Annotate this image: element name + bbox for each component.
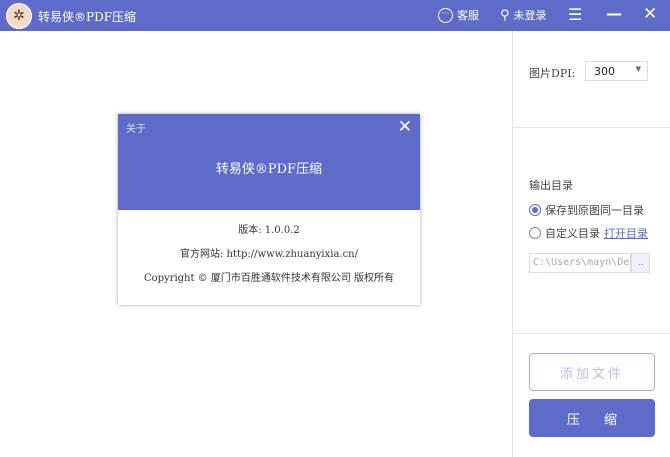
radio-same-label: 保存到原图同一目录	[545, 204, 644, 217]
app-title: 转易侠®PDF压缩	[38, 10, 137, 24]
chat-icon: ···	[438, 7, 453, 23]
output-path-input[interactable]: C:\Users\mayn\Desk	[529, 253, 631, 273]
output-dir-label: 输出目录	[529, 179, 573, 192]
dpi-label: 图片DPI:	[529, 67, 576, 80]
browse-button[interactable]: ..	[631, 253, 650, 273]
user-icon: ⚲	[500, 7, 510, 23]
dialog-app-name: 转易侠®PDF压缩	[215, 162, 323, 177]
login-button[interactable]: ⚲ 未登录	[500, 7, 547, 23]
menu-icon[interactable]: ☰	[568, 5, 582, 24]
dialog-title: 关于	[126, 124, 146, 135]
settings-panel: 图片DPI: 300 ▼ 输出目录 保存到原图同一目录 自定义目录 打开目录 C…	[512, 31, 670, 457]
divider	[513, 333, 670, 334]
divider	[513, 127, 670, 128]
support-label: 客服	[457, 9, 479, 22]
app-logo-icon: ✲	[6, 3, 32, 29]
minimize-icon[interactable]: —	[606, 4, 622, 23]
dialog-header: 关于 ✕ 转易侠®PDF压缩	[118, 114, 420, 210]
website-text: 官方网站: http://www.zhuanyixia.cn/	[180, 249, 358, 260]
support-button[interactable]: ··· 客服	[438, 7, 479, 23]
dpi-select[interactable]: 300 ▼	[585, 61, 648, 81]
radio-unchecked-icon	[529, 227, 541, 239]
login-label: 未登录	[513, 9, 547, 22]
copyright-text: Copyright © 厦门市百胜通软件技术有限公司 版权所有	[143, 273, 395, 284]
radio-checked-icon	[529, 204, 541, 216]
close-icon[interactable]: ✕	[643, 4, 657, 24]
radio-same-dir[interactable]: 保存到原图同一目录	[529, 202, 644, 218]
version-text: 版本: 1.0.0.2	[238, 225, 300, 236]
title-bar: ✲ 转易侠®PDF压缩 ··· 客服 ⚲ 未登录 ☰ — ✕	[0, 0, 670, 31]
about-dialog: 关于 ✕ 转易侠®PDF压缩 版本: 1.0.0.2 官方网站: http://…	[118, 114, 420, 305]
radio-custom-dir[interactable]: 自定义目录 打开目录	[529, 225, 648, 241]
radio-custom-label: 自定义目录	[545, 227, 600, 240]
dialog-close-icon[interactable]: ✕	[398, 117, 412, 137]
chevron-down-icon: ▼	[635, 65, 641, 73]
open-dir-link[interactable]: 打开目录	[604, 225, 648, 241]
compress-button[interactable]: 压 缩	[529, 399, 655, 437]
dpi-value: 300	[594, 65, 615, 78]
add-file-button[interactable]: 添加文件	[529, 353, 655, 391]
